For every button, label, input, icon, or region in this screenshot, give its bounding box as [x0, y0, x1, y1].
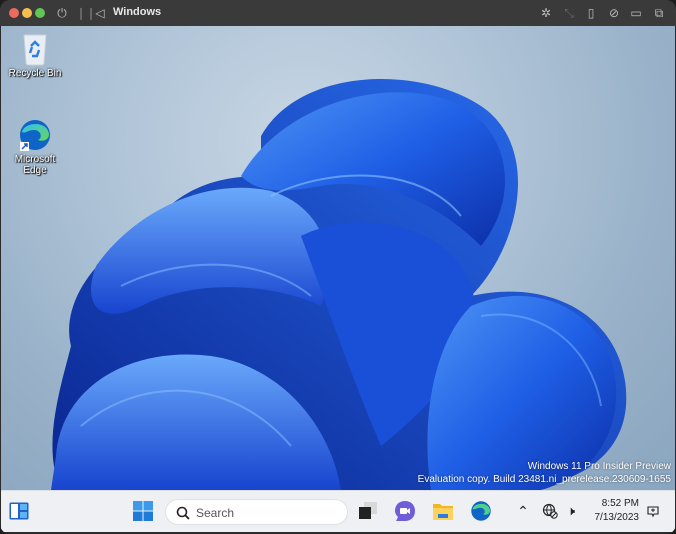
back-icon[interactable]: ◁	[94, 5, 106, 21]
desktop-icon-microsoft-edge[interactable]: Microsoft Edge	[3, 118, 67, 176]
edge-taskbar-icon	[471, 501, 491, 521]
folder-icon[interactable]: ▭	[629, 5, 643, 21]
teams-chat-icon	[395, 501, 415, 521]
window-title: Windows	[113, 6, 162, 18]
notifications-button[interactable]	[643, 499, 663, 523]
task-view-button[interactable]	[356, 499, 380, 523]
file-explorer-icon	[433, 504, 453, 520]
usb-icon[interactable]: ▯	[585, 5, 597, 21]
desktop: Recycle Bin Microsoft Edge Windows 11 Pr…	[1, 26, 675, 490]
notification-icon	[647, 506, 659, 518]
search-placeholder: Search	[196, 506, 235, 520]
widgets-button[interactable]	[7, 499, 31, 523]
show-hidden-icons-button[interactable]: ⌃	[513, 499, 533, 523]
widgets-icon	[9, 502, 29, 520]
pause-icon[interactable]: ❙❙	[76, 5, 96, 21]
share-icon[interactable]: ⊘	[607, 5, 621, 21]
wallpaper-bloom	[51, 78, 627, 490]
chevron-up-icon: ⌃	[517, 502, 529, 519]
start-button[interactable]	[131, 499, 155, 523]
recycle-bin-icon	[23, 34, 47, 66]
zoom-button[interactable]	[35, 8, 45, 18]
minimize-button[interactable]	[22, 8, 32, 18]
edge-icon	[20, 120, 50, 151]
file-explorer-button[interactable]	[431, 499, 455, 523]
taskbar-search[interactable]: Search	[165, 499, 348, 525]
vm-window: ⏻ ❙❙ ◁ Windows ✲ ⤡ ▯ ⊘ ▭ ⧉ Recycle Bin M…	[0, 0, 676, 534]
windows-start-icon	[133, 501, 153, 521]
volume-button[interactable]: 🕨	[561, 499, 581, 523]
brightness-icon[interactable]: ✲	[539, 5, 553, 21]
search-icon	[176, 506, 190, 520]
power-icon[interactable]: ⏻	[55, 5, 69, 21]
network-globe-icon	[542, 503, 558, 519]
speaker-icon: 🕨	[566, 503, 576, 518]
desktop-icon-recycle-bin[interactable]: Recycle Bin	[3, 32, 67, 79]
windows-icon[interactable]: ⧉	[652, 5, 666, 21]
recycle-bin-label: Recycle Bin	[8, 68, 62, 79]
network-button[interactable]	[540, 499, 560, 523]
edge-label-line1: Microsoft	[14, 154, 56, 165]
edge-label-line2: Edge	[23, 165, 47, 176]
window-titlebar: ⏻ ❙❙ ◁ Windows ✲ ⤡ ▯ ⊘ ▭ ⧉	[0, 0, 676, 27]
build-watermark: Windows 11 Pro Insider Preview Evaluatio…	[418, 460, 671, 486]
edge-taskbar-button[interactable]	[469, 499, 493, 523]
watermark-line2: Evaluation copy. Build 23481.ni_prerelea…	[417, 474, 671, 485]
resize-icon[interactable]: ⤡	[562, 5, 576, 21]
clock-date[interactable]: 7/13/2023	[585, 512, 640, 523]
taskbar: Search ⌃ 🕨 8:52 PM 7/13/2023	[1, 490, 675, 532]
close-button[interactable]	[9, 8, 19, 18]
watermark-line1: Windows 11 Pro Insider Preview	[527, 461, 671, 472]
task-view-icon	[359, 502, 377, 519]
teams-chat-button[interactable]	[393, 499, 417, 523]
clock-time[interactable]: 8:52 PM	[585, 498, 639, 509]
